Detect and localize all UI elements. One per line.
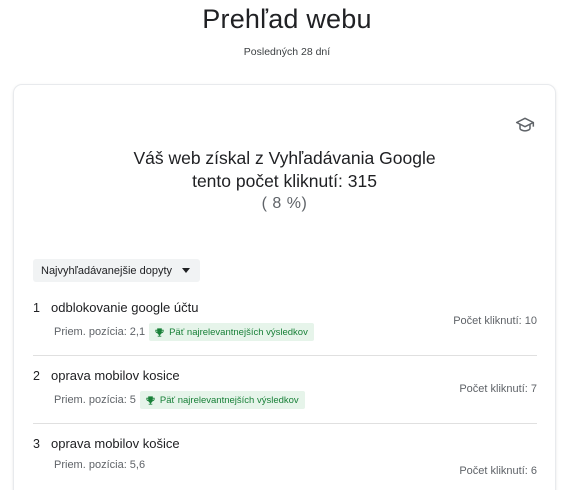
- query-row[interactable]: 1 odblokovanie google účtu Priem. pozíci…: [33, 289, 537, 356]
- badge-label: Päť najrelevantnejších výsledkov: [159, 394, 299, 406]
- query-row[interactable]: 3 oprava mobilov košice Priem. pozícia: …: [33, 425, 537, 490]
- search-console-overview: Prehľad webu Posledných 28 dní Váš web z…: [0, 0, 574, 490]
- query-row[interactable]: 2 oprava mobilov kosice Priem. pozícia: …: [33, 357, 537, 424]
- query-clicks: Počet kliknutí: 6: [459, 465, 537, 477]
- query-text: oprava mobilov košice: [51, 436, 180, 451]
- top-five-badge: Päť najrelevantnejších výsledkov: [139, 391, 305, 409]
- top-five-badge: Päť najrelevantnejších výsledkov: [149, 323, 314, 341]
- query-clicks: Počet kliknutí: 10: [453, 315, 537, 327]
- school-icon[interactable]: [515, 115, 535, 135]
- clicks-percent: ( 8 %): [261, 195, 308, 212]
- top-queries-dropdown[interactable]: Najvyhľadávanejšie dopyty: [33, 259, 201, 282]
- avg-position: Priem. pozícia: 2,1: [54, 326, 146, 338]
- query-meta: Priem. pozícia: 2,1 Päť najrelevantnejší…: [54, 323, 314, 341]
- query-text: oprava mobilov kosice: [51, 368, 180, 383]
- trophy-icon: [146, 395, 155, 405]
- date-range-label: Posledných 28 dní: [243, 46, 331, 58]
- avg-position: Priem. pozícia: 5: [54, 394, 136, 406]
- query-meta: Priem. pozícia: 5 Päť najrelevantnejších…: [54, 391, 305, 409]
- clicks-headline: Váš web získal z Vyhľadávania Google ten…: [14, 147, 555, 193]
- query-clicks: Počet kliknutí: 7: [459, 383, 537, 395]
- avg-position: Priem. pozícia: 5,6: [54, 459, 146, 471]
- caret-down-icon: [182, 268, 191, 273]
- performance-card: Váš web získal z Vyhľadávania Google ten…: [14, 85, 555, 490]
- dropdown-label: Najvyhľadávanejšie dopyty: [41, 264, 173, 277]
- headline-line-2: tento počet kliknutí: 315: [192, 171, 377, 191]
- headline-line-1: Váš web získal z Vyhľadávania Google: [133, 148, 436, 168]
- query-index: 2: [33, 369, 40, 383]
- badge-label: Päť najrelevantnejších výsledkov: [169, 326, 308, 338]
- query-index: 1: [33, 301, 40, 315]
- query-index: 3: [33, 437, 40, 451]
- trophy-icon: [155, 327, 164, 337]
- page-title: Prehľad webu: [202, 4, 372, 34]
- query-meta: Priem. pozícia: 5,6: [54, 459, 145, 471]
- query-text: odblokovanie google účtu: [51, 300, 199, 315]
